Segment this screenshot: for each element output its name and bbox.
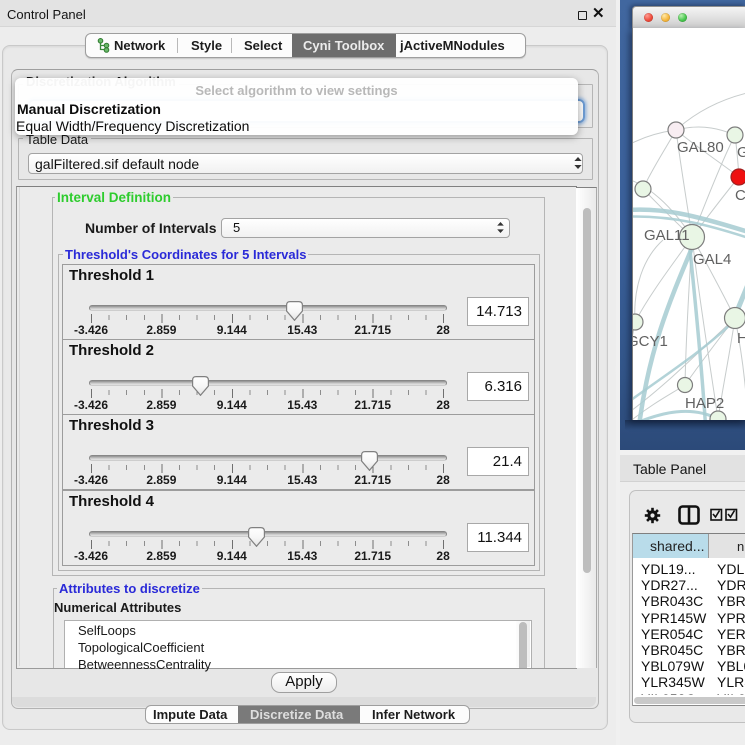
- svg-text:C: C: [735, 187, 745, 204]
- svg-text:GCY1: GCY1: [633, 333, 668, 350]
- svg-text:GAL11: GAL11: [644, 227, 690, 244]
- svg-text:H: H: [737, 330, 745, 347]
- svg-text:GAL80: GAL80: [677, 139, 724, 156]
- svg-text:HAP2: HAP2: [685, 395, 724, 412]
- svg-text:GAL4: GAL4: [693, 251, 731, 268]
- svg-text:G: G: [737, 144, 745, 161]
